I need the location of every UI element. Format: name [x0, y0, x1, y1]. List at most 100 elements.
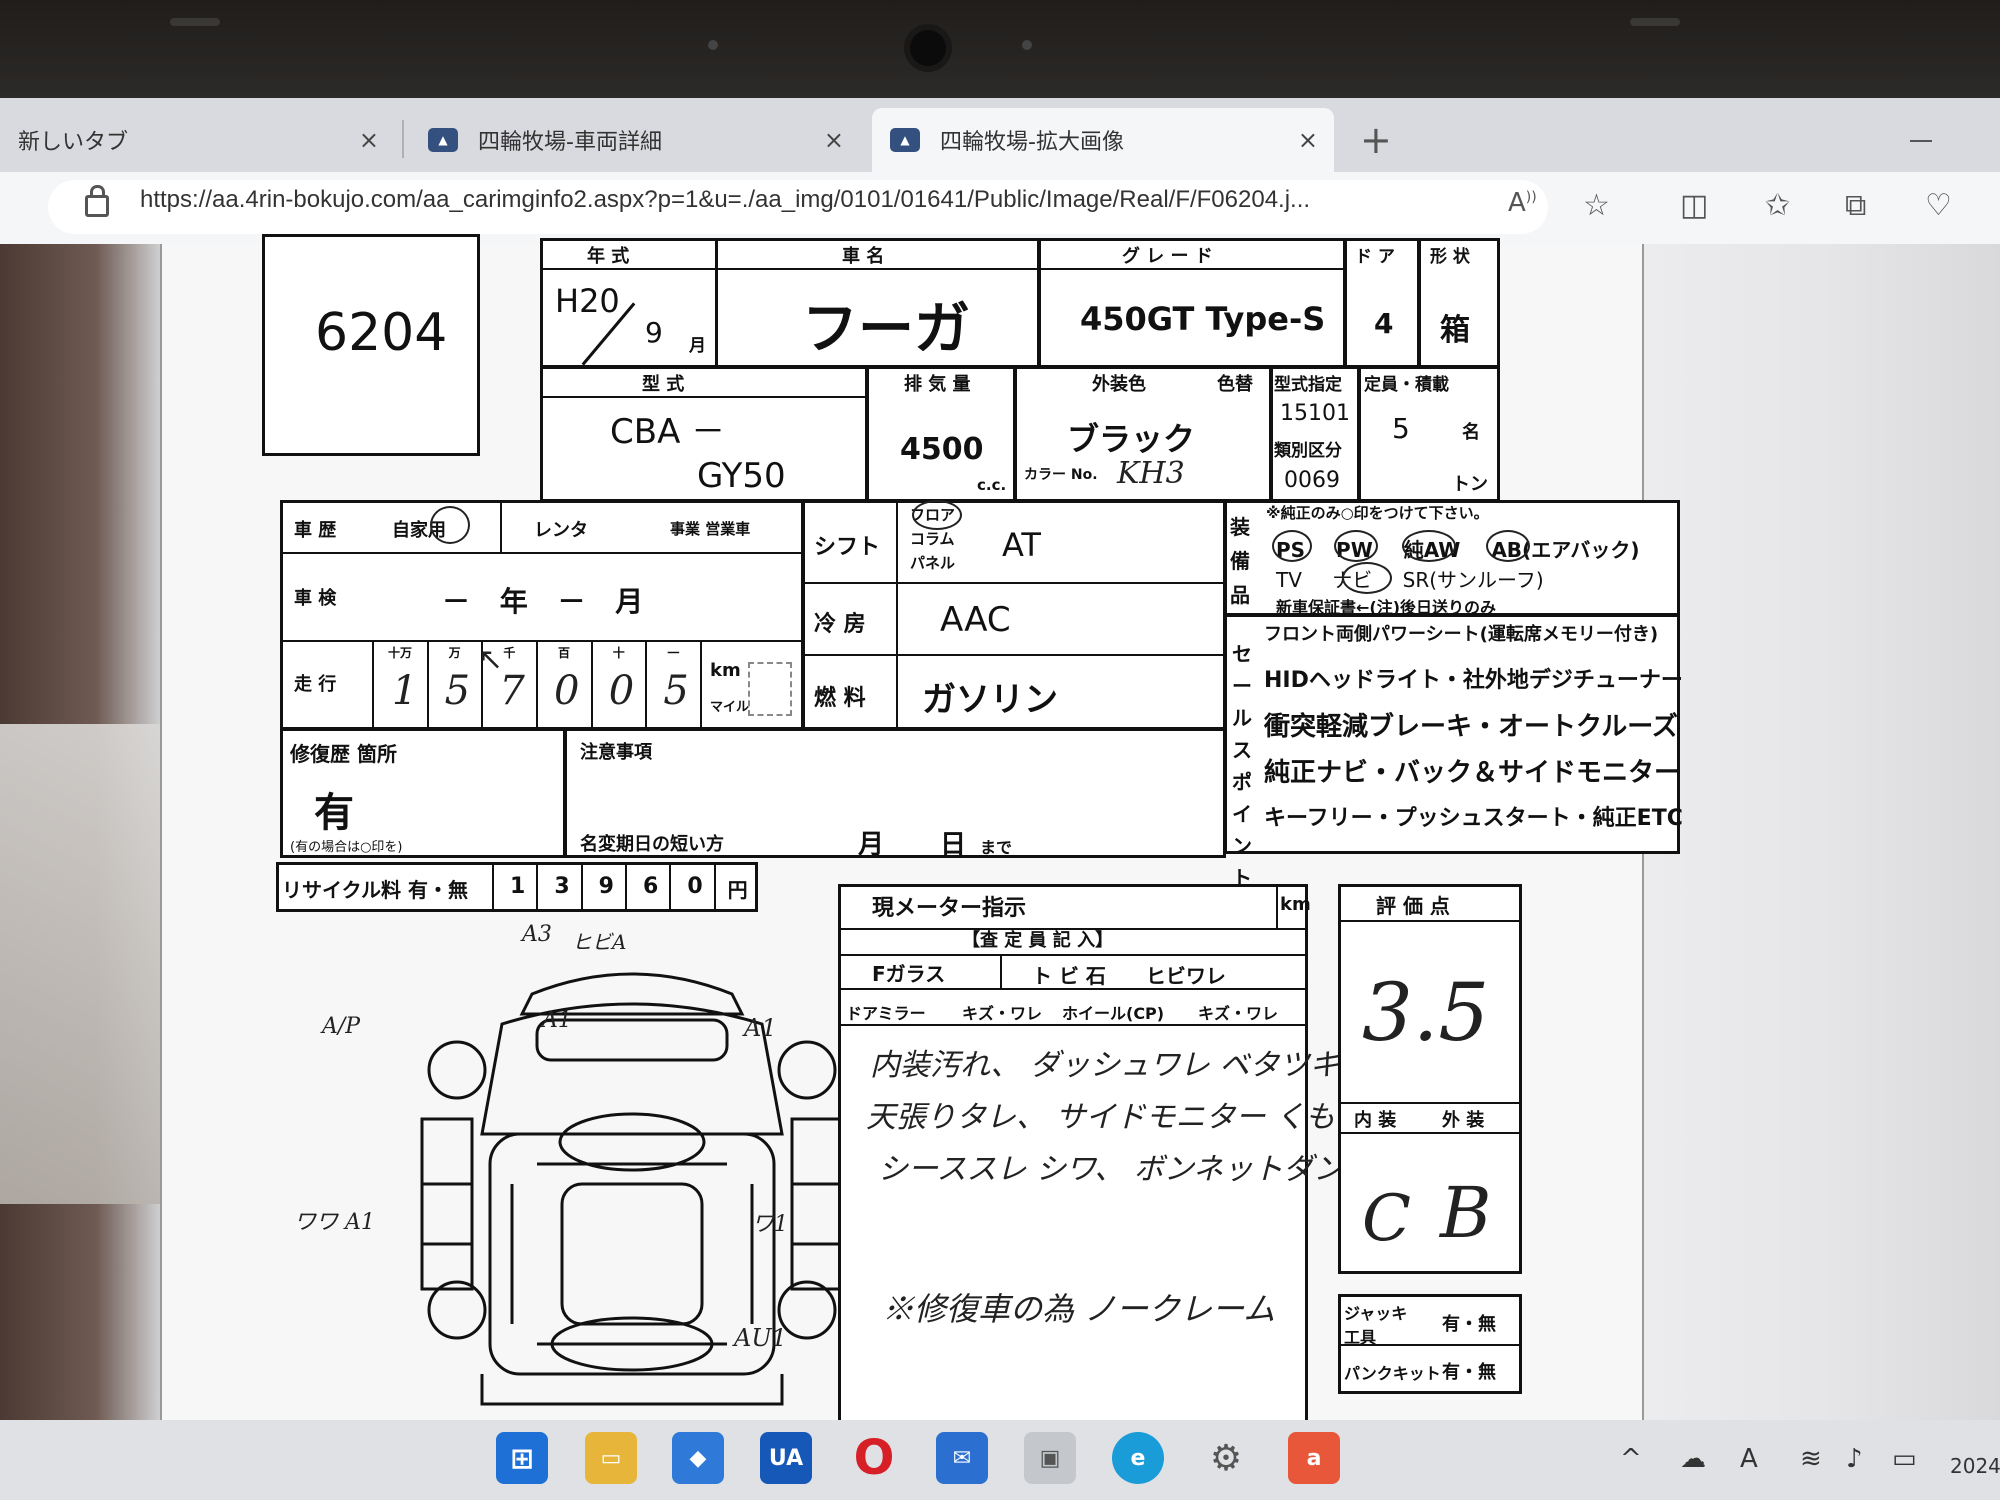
- recycle-label: リサイクル料 有・無: [282, 878, 468, 902]
- site-favicon-icon: ▲: [890, 128, 920, 152]
- recycle-digit: 6: [642, 874, 659, 899]
- history-rental: レンタ: [534, 520, 588, 541]
- shift-label: シフト: [814, 535, 881, 560]
- damage-mark: A1: [744, 1014, 777, 1042]
- lock-icon[interactable]: [85, 185, 109, 217]
- minimize-button[interactable]: [1910, 140, 1932, 142]
- tab-vehicle-detail[interactable]: ▲ 四輪牧場-車両詳細 ×: [410, 108, 860, 172]
- mileage-digit: 1: [392, 668, 418, 714]
- photos-icon[interactable]: ▣: [1024, 1432, 1076, 1484]
- opera-icon[interactable]: O: [848, 1430, 900, 1486]
- type-designation-value: 15101: [1280, 401, 1350, 426]
- ime-icon[interactable]: A: [1740, 1444, 1758, 1474]
- history-label: 車 歴: [294, 520, 337, 541]
- read-aloud-icon[interactable]: A)): [1508, 188, 1537, 218]
- jack-value: 有・無: [1442, 1314, 1496, 1335]
- remark-line: ※修復車の為 ノークレーム: [882, 1290, 1276, 1328]
- tab-bar: 新しいタブ × ▲ 四輪牧場-車両詳細 × ▲ 四輪牧場-拡大画像 ×: [0, 98, 2000, 172]
- favorite-star-icon[interactable]: ☆: [1583, 188, 1610, 223]
- chevron-up-icon[interactable]: ^: [1620, 1444, 1642, 1474]
- app-icon[interactable]: ◆: [672, 1432, 724, 1484]
- damage-mark: A1: [542, 1008, 572, 1033]
- store-icon[interactable]: a: [1288, 1432, 1340, 1484]
- edge-icon[interactable]: e: [1112, 1432, 1164, 1484]
- mileage-digit: 7: [499, 668, 525, 714]
- collections-icon[interactable]: ⧉: [1845, 188, 1866, 223]
- wheel-options: キズ・ワレ: [1198, 1004, 1279, 1023]
- wifi-icon[interactable]: ≋: [1800, 1444, 1822, 1474]
- taskbar: ⊞ ▭ ◆ UA O ✉ ▣ e ⚙ a ^ ☁ A ≋ ♪ ▭ 2024: [0, 1420, 2000, 1500]
- model-code: GY50: [697, 456, 786, 496]
- sales-point-item: HIDヘッドライト・社外地デジチューナー: [1264, 668, 1683, 693]
- settings-icon[interactable]: ⚙: [1200, 1432, 1252, 1484]
- wheel-label: ホイール(CP): [1062, 1004, 1165, 1023]
- interior-score: C: [1362, 1182, 1411, 1256]
- sales-points-label: セールスポイント: [1232, 642, 1252, 890]
- inspection-label: 車 検: [294, 588, 337, 609]
- close-icon[interactable]: ×: [359, 126, 379, 154]
- recycle-digit: 9: [598, 874, 614, 899]
- tab-new-tab[interactable]: 新しいタブ ×: [0, 108, 395, 172]
- close-icon[interactable]: ×: [1298, 126, 1318, 154]
- grade-value: 450GT Type-S: [1080, 300, 1326, 338]
- history-commercial: 事業 営業車: [670, 520, 751, 538]
- model-prefix: CBA －: [610, 412, 726, 452]
- damage-mark: AU1: [734, 1324, 787, 1352]
- displacement-label: 排 気 量: [904, 374, 971, 395]
- equipment-note: ※純正のみ○印をつけて下さい。: [1266, 504, 1489, 522]
- remark-line: 内装汚れ、 ダッシュワレ ベタツキ: [870, 1048, 1340, 1083]
- damage-mark: ワ1: [752, 1212, 788, 1237]
- browser-essentials-icon[interactable]: ♡: [1925, 188, 1952, 223]
- glass-label: Fガラス: [872, 962, 946, 986]
- repair-value: 有: [314, 790, 354, 836]
- sales-point-item: キーフリー・プッシュスタート・純正ETC: [1264, 806, 1683, 831]
- file-explorer-icon[interactable]: ▭: [585, 1432, 637, 1484]
- inspector-label: 【査 定 員 記 入】: [962, 930, 1114, 951]
- mouse-cursor-icon: ↖: [478, 642, 504, 677]
- shift-column: コラム: [910, 530, 955, 548]
- year-month: 9: [645, 316, 663, 349]
- speaker-icon[interactable]: ♪: [1846, 1444, 1863, 1474]
- onedrive-icon[interactable]: ☁: [1680, 1444, 1706, 1474]
- color-swap-label: 色替: [1217, 374, 1253, 395]
- mileage-digit: 0: [608, 668, 635, 714]
- equipment-label: 装備品: [1230, 515, 1250, 607]
- battery-icon[interactable]: ▭: [1892, 1444, 1917, 1474]
- start-icon[interactable]: ⊞: [496, 1432, 548, 1484]
- split-screen-icon[interactable]: ◫: [1680, 188, 1708, 223]
- mail-icon[interactable]: ✉: [936, 1432, 988, 1484]
- favorites-icon[interactable]: ✩: [1765, 188, 1790, 223]
- sales-point-item: 純正ナビ・バック＆サイドモニター: [1264, 758, 1681, 788]
- url-text[interactable]: https://aa.4rin-bokujo.com/aa_carimginfo…: [140, 186, 1310, 214]
- mirror-label: ドアミラー: [846, 1004, 926, 1023]
- body-shape-label: 形 状: [1430, 247, 1470, 267]
- displacement-value: 4500: [900, 432, 984, 467]
- damage-mark: A3: [522, 922, 552, 947]
- jack-label: ジャッキ 工具: [1344, 1304, 1408, 1347]
- tab-enlarged-image[interactable]: ▲ 四輪牧場-拡大画像 ×: [872, 108, 1334, 172]
- car-name: フーガ: [802, 297, 970, 362]
- repair-label: 修復歴 箇所: [290, 742, 397, 766]
- exterior-label: 外 装: [1442, 1110, 1485, 1131]
- tab-title: 新しいタブ: [18, 130, 129, 155]
- site-favicon-icon: ▲: [428, 128, 458, 152]
- recycle-digit: 1: [510, 874, 526, 899]
- notes-deadline-label: 名変期日の短い方: [580, 834, 724, 855]
- equipment-row2: TV ナビ SR(サンルーフ): [1276, 568, 1544, 592]
- exterior-score: B: [1440, 1172, 1492, 1254]
- close-icon[interactable]: ×: [824, 126, 844, 154]
- mileage-label: 走 行: [294, 674, 337, 695]
- exterior-color-label: 外装色: [1092, 374, 1146, 395]
- class-value: 0069: [1284, 468, 1340, 493]
- clock[interactable]: 2024: [1950, 1454, 2000, 1478]
- new-tab-button[interactable]: +: [1360, 118, 1392, 162]
- capacity-label: 定員・積載: [1364, 375, 1449, 395]
- capacity-tons-unit: トン: [1452, 474, 1488, 495]
- ua-app-icon[interactable]: UA: [760, 1432, 812, 1484]
- sales-point-item: フロント両側パワーシート(運転席メモリー付き): [1264, 624, 1659, 645]
- color-no-label: カラー No.: [1024, 467, 1098, 483]
- recycle-digit: 0: [687, 874, 703, 899]
- repair-note: (有の場合は○印を): [290, 840, 403, 855]
- lot-number: 6204: [315, 303, 448, 363]
- laptop-bezel: [0, 0, 2000, 98]
